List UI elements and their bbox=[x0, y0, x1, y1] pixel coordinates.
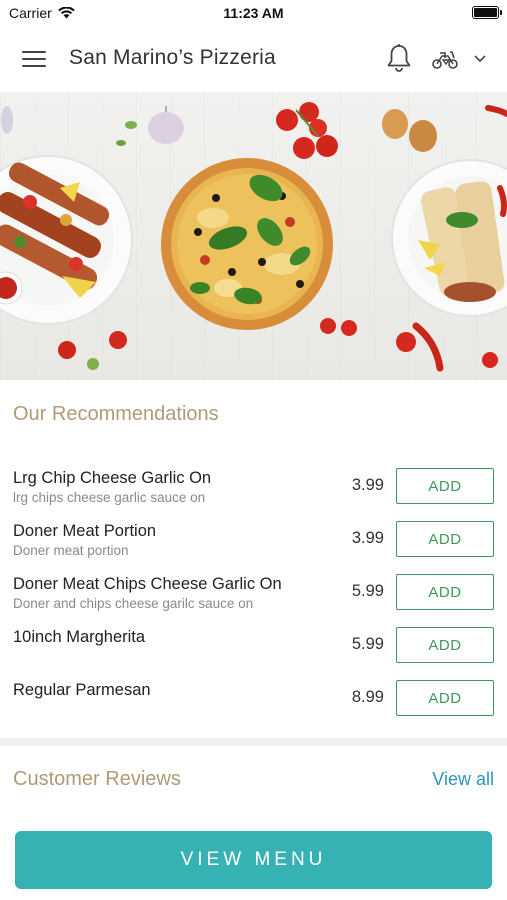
add-button[interactable]: ADD bbox=[396, 468, 494, 504]
page-title: San Marino’s Pizzeria bbox=[69, 46, 276, 69]
kebab-plate bbox=[0, 155, 133, 325]
item-description: Doner and chips cheese garilc sauce on bbox=[13, 596, 254, 611]
wrap-plate bbox=[391, 159, 507, 317]
add-button[interactable]: ADD bbox=[396, 521, 494, 557]
item-name: 10inch Margherita bbox=[13, 628, 146, 646]
section-divider bbox=[0, 738, 507, 746]
item-name: Regular Parmesan bbox=[13, 681, 151, 699]
delivery-mode-button[interactable] bbox=[430, 46, 490, 72]
item-price: 5.99 bbox=[351, 635, 384, 653]
list-item: 10inch Margherita 5.99 ADD bbox=[0, 625, 507, 678]
view-menu-button[interactable]: VIEW MENU bbox=[15, 831, 492, 889]
scooter-icon bbox=[432, 51, 458, 69]
notifications-button[interactable] bbox=[385, 43, 413, 73]
item-name: Lrg Chip Cheese Garlic On bbox=[13, 469, 212, 487]
menu-icon-bar-top bbox=[22, 51, 46, 53]
item-name: Doner Meat Portion bbox=[13, 522, 157, 540]
list-item: Doner Meat Portion Doner meat portion 3.… bbox=[0, 519, 507, 572]
recommendations-list: Lrg Chip Cheese Garlic On lrg chips chee… bbox=[0, 466, 507, 731]
item-description: lrg chips cheese garlic sauce on bbox=[13, 490, 206, 505]
pizza bbox=[161, 158, 333, 330]
menu-icon-bar-middle bbox=[22, 58, 46, 60]
add-button[interactable]: ADD bbox=[396, 627, 494, 663]
item-price: 5.99 bbox=[351, 582, 384, 600]
hero-banner bbox=[0, 92, 507, 380]
reviews-title: Customer Reviews bbox=[13, 768, 181, 790]
hero-food-image bbox=[0, 102, 507, 372]
battery-icon bbox=[472, 6, 502, 19]
item-price: 3.99 bbox=[351, 529, 384, 547]
view-all-link[interactable]: View all bbox=[432, 769, 494, 790]
item-description: Doner meat portion bbox=[13, 543, 129, 558]
status-bar: Carrier 11:23 AM bbox=[0, 0, 507, 26]
list-item: Lrg Chip Cheese Garlic On lrg chips chee… bbox=[0, 466, 507, 519]
item-name: Doner Meat Chips Cheese Garlic On bbox=[13, 575, 282, 593]
add-button[interactable]: ADD bbox=[396, 574, 494, 610]
list-item: Regular Parmesan 8.99 ADD bbox=[0, 678, 507, 731]
list-item: Doner Meat Chips Cheese Garlic On Doner … bbox=[0, 572, 507, 625]
item-price: 8.99 bbox=[351, 688, 384, 706]
add-button[interactable]: ADD bbox=[396, 680, 494, 716]
recommendations-title: Our Recommendations bbox=[13, 403, 219, 425]
app-header: San Marino’s Pizzeria bbox=[0, 26, 507, 92]
menu-icon-bar-bottom bbox=[22, 65, 46, 67]
menu-button[interactable] bbox=[22, 48, 48, 70]
item-price: 3.99 bbox=[351, 476, 384, 494]
bell-icon bbox=[387, 44, 411, 72]
status-time: 11:23 AM bbox=[223, 5, 284, 21]
chevron-down-icon bbox=[474, 55, 486, 63]
